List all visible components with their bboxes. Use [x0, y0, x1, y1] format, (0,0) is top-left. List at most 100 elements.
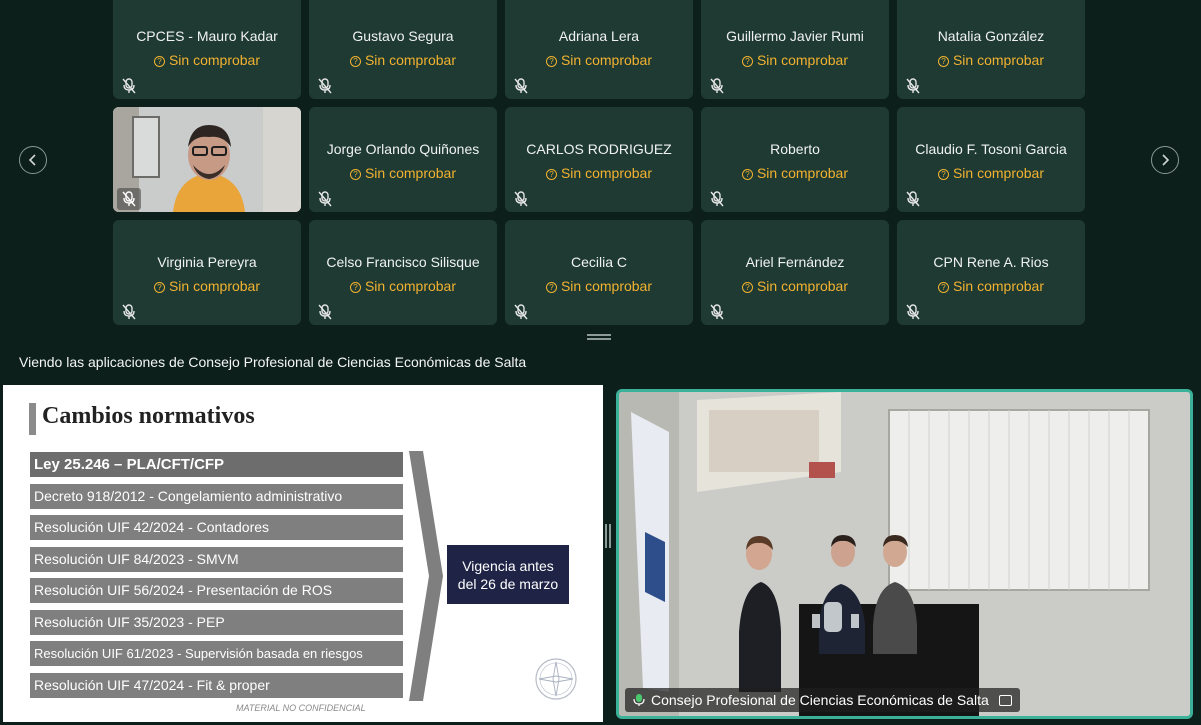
participant-name: Virginia Pereyra [157, 254, 257, 270]
participant-name: Jorge Orlando Quiñones [326, 141, 480, 157]
participant-status: ? Sin comprobar [113, 52, 301, 68]
participant-name: Roberto [770, 141, 820, 157]
participant-name: CARLOS RODRIGUEZ [526, 141, 672, 157]
participant-tile[interactable]: Claudio F. Tosoni Garcia ? Sin comprobar [897, 107, 1085, 212]
question-icon: ? [545, 56, 557, 67]
question-icon: ? [937, 282, 949, 293]
slide-row: Resolución UIF 56/2024 - Presentación de… [30, 578, 403, 603]
compass-seal-icon [535, 658, 577, 700]
mic-muted-icon [318, 78, 332, 94]
participant-status: ? Sin comprobar [701, 165, 889, 181]
mic-muted-icon [318, 304, 332, 320]
mic-muted-icon [122, 78, 136, 94]
participant-name: Ariel Fernández [745, 254, 845, 270]
participant-tile[interactable]: Ariel Fernández ? Sin comprobar [701, 220, 889, 325]
participant-name: Celso Francisco Silisque [326, 254, 480, 270]
question-icon: ? [349, 56, 361, 67]
mic-muted-icon [710, 191, 724, 207]
shared-screen-slide[interactable]: Cambios normativos Ley 25.246 – PLA/CFT/… [3, 385, 603, 722]
question-icon: ? [545, 169, 557, 180]
participant-name: CPN Rene A. Rios [933, 254, 1049, 270]
participant-name: Natalia González [937, 28, 1045, 44]
slide-row: Resolución UIF 84/2023 - SMVM [30, 547, 403, 572]
sharing-status-text: Viendo las aplicaciones de Consejo Profe… [19, 354, 527, 370]
question-icon: ? [937, 56, 949, 67]
room-video-frame [619, 392, 1190, 716]
participant-tile[interactable]: Guillermo Javier Rumi ? Sin comprobar [701, 0, 889, 99]
question-icon: ? [153, 56, 165, 67]
participant-tile[interactable]: Gustavo Segura ? Sin comprobar [309, 0, 497, 99]
question-icon: ? [741, 282, 753, 293]
participant-status: ? Sin comprobar [309, 52, 497, 68]
mic-muted-icon [906, 304, 920, 320]
mic-muted-icon [122, 191, 136, 207]
slide-row: Resolución UIF 35/2023 - PEP [30, 610, 403, 635]
prev-page-button[interactable] [19, 146, 47, 174]
participant-status: ? Sin comprobar [897, 52, 1085, 68]
participant-status: ? Sin comprobar [505, 278, 693, 294]
participant-tile[interactable]: Roberto ? Sin comprobar [701, 107, 889, 212]
participant-status: ? Sin comprobar [113, 278, 301, 294]
participant-status: ? Sin comprobar [897, 165, 1085, 181]
room-name-label: Consejo Profesional de Ciencias Económic… [625, 688, 1020, 712]
vigencia-box: Vigencia antes del 26 de marzo [447, 545, 569, 604]
participant-tile[interactable]: CPN Rene A. Rios ? Sin comprobar [897, 220, 1085, 325]
participant-status: ? Sin comprobar [701, 278, 889, 294]
chevron-bracket-shape [409, 451, 443, 701]
slide-row: Resolución UIF 47/2024 - Fit & proper [30, 673, 403, 698]
slide-row: Resolución UIF 42/2024 - Contadores [30, 515, 403, 540]
resize-handle-vertical[interactable] [605, 524, 611, 548]
chevron-right-icon [1162, 154, 1170, 166]
slide-footer-note: MATERIAL NO CONFIDENCIAL [236, 703, 366, 713]
question-icon: ? [741, 56, 753, 67]
participant-video [113, 107, 301, 212]
mic-muted-icon [710, 304, 724, 320]
slide-row: Resolución UIF 61/2023 - Supervisión bas… [30, 641, 403, 666]
vigencia-line1: Vigencia antes [462, 558, 554, 574]
question-icon: ? [937, 169, 949, 180]
participant-video-tile[interactable] [113, 107, 301, 212]
slide-title-accent [29, 403, 36, 435]
question-icon: ? [741, 169, 753, 180]
participant-status: ? Sin comprobar [309, 278, 497, 294]
room-camera-video[interactable]: Consejo Profesional de Ciencias Económic… [616, 389, 1193, 719]
screen-share-icon [998, 695, 1012, 706]
participant-grid: CPCES - Mauro Kadar ? Sin comprobar Gusta… [113, 0, 1085, 325]
mic-muted-icon [710, 78, 724, 94]
participant-name: Claudio F. Tosoni Garcia [915, 141, 1067, 157]
mic-muted-icon [514, 78, 528, 94]
question-icon: ? [545, 282, 557, 293]
mic-muted-icon [122, 304, 136, 320]
chevron-left-icon [28, 154, 36, 166]
participant-tile[interactable]: CARLOS RODRIGUEZ ? Sin comprobar [505, 107, 693, 212]
mic-muted-icon [514, 191, 528, 207]
slide-row: Decreto 918/2012 - Congelamiento adminis… [30, 484, 403, 509]
mic-muted-icon [906, 78, 920, 94]
participant-status: ? Sin comprobar [701, 52, 889, 68]
participant-name: Adriana Lera [558, 28, 640, 44]
mic-muted-icon [514, 304, 528, 320]
vigencia-line2: del 26 de marzo [457, 576, 559, 592]
participant-tile[interactable]: Celso Francisco Silisque ? Sin comprobar [309, 220, 497, 325]
mic-muted-icon [906, 191, 920, 207]
room-name-text: Consejo Profesional de Ciencias Económic… [651, 692, 989, 708]
participant-status: ? Sin comprobar [505, 52, 693, 68]
participant-tile[interactable]: Cecilia C ? Sin comprobar [505, 220, 693, 325]
participant-tile[interactable]: Adriana Lera ? Sin comprobar [505, 0, 693, 99]
question-icon: ? [349, 282, 361, 293]
participant-name: Cecilia C [570, 254, 627, 270]
slide-row: Ley 25.246 – PLA/CFT/CFP [30, 452, 403, 477]
slide-title: Cambios normativos [42, 403, 255, 429]
question-icon: ? [349, 169, 361, 180]
participant-name: CPCES - Mauro Kadar [136, 28, 278, 44]
next-page-button[interactable] [1151, 146, 1179, 174]
participant-status: ? Sin comprobar [897, 278, 1085, 294]
participant-tile[interactable]: Virginia Pereyra ? Sin comprobar [113, 220, 301, 325]
participant-tile[interactable]: Natalia González ? Sin comprobar [897, 0, 1085, 99]
mic-muted-icon [318, 191, 332, 207]
mic-active-icon [633, 694, 645, 706]
resize-handle-horizontal[interactable] [587, 334, 611, 340]
participant-status: ? Sin comprobar [309, 165, 497, 181]
participant-tile[interactable]: Jorge Orlando Quiñones ? Sin comprobar [309, 107, 497, 212]
participant-tile[interactable]: CPCES - Mauro Kadar ? Sin comprobar [113, 0, 301, 99]
